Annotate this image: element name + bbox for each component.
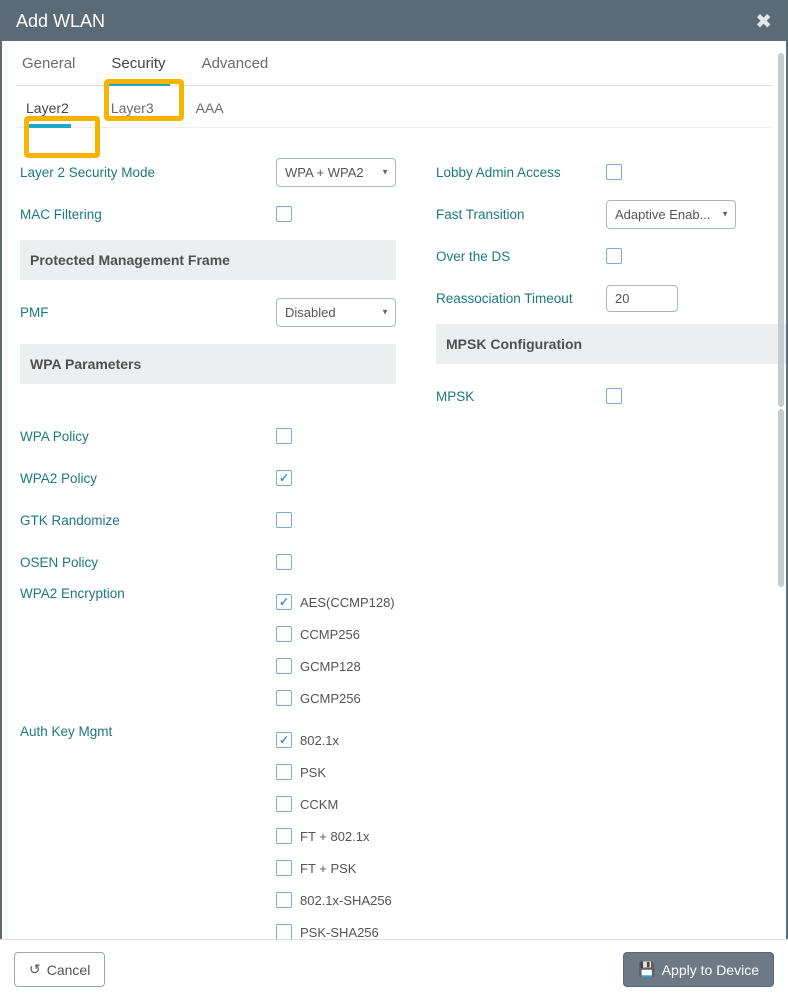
pmf-section-header: Protected Management Frame xyxy=(20,240,396,280)
wpa-policy-label: WPA Policy xyxy=(20,429,200,444)
mpsk-checkbox[interactable] xyxy=(606,388,622,404)
osen-policy-checkbox[interactable] xyxy=(276,554,292,570)
akm-dot1x-sha256-label: 802.1x-SHA256 xyxy=(300,893,392,908)
akm-dot1x-label: 802.1x xyxy=(300,733,339,748)
footer: ↺ Cancel 💾 Apply to Device xyxy=(0,939,788,999)
apply-to-device-button[interactable]: 💾 Apply to Device xyxy=(623,952,774,987)
enc-gcmp256-checkbox[interactable] xyxy=(276,690,292,706)
close-icon[interactable]: ✖ xyxy=(755,9,772,34)
scrollbar-thumb[interactable] xyxy=(778,409,784,587)
tab-general[interactable]: General xyxy=(18,55,79,85)
auth-key-mgmt-label: Auth Key Mgmt xyxy=(20,724,276,946)
layer2-security-mode-label: Layer 2 Security Mode xyxy=(20,165,200,180)
enc-aes-checkbox[interactable] xyxy=(276,594,292,610)
cancel-button[interactable]: ↺ Cancel xyxy=(14,952,105,987)
tab-layer2[interactable]: Layer2 xyxy=(24,100,71,128)
over-the-ds-label: Over the DS xyxy=(436,249,606,264)
dialog-content: General Security Advanced Layer2 Layer3 … xyxy=(2,41,786,946)
sub-tabs: Layer2 Layer3 AAA xyxy=(16,86,772,128)
akm-psk-sha256-checkbox[interactable] xyxy=(276,924,292,940)
akm-dot1x-sha256-checkbox[interactable] xyxy=(276,892,292,908)
tab-layer3[interactable]: Layer3 xyxy=(109,100,156,127)
wpa2-policy-label: WPA2 Policy xyxy=(20,471,200,486)
gtk-randomize-label: GTK Randomize xyxy=(20,513,200,528)
save-icon: 💾 xyxy=(638,961,655,978)
tab-aaa[interactable]: AAA xyxy=(194,100,226,127)
reassociation-timeout-label: Reassociation Timeout xyxy=(436,291,606,306)
akm-psk-label: PSK xyxy=(300,765,326,780)
akm-dot1x-checkbox[interactable] xyxy=(276,732,292,748)
osen-policy-label: OSEN Policy xyxy=(20,555,200,570)
akm-cckm-label: CCKM xyxy=(300,797,338,812)
title-bar: Add WLAN ✖ xyxy=(2,2,786,41)
caret-down-icon: ▼ xyxy=(381,308,389,317)
undo-icon: ↺ xyxy=(29,961,41,978)
enc-aes-label: AES(CCMP128) xyxy=(300,595,395,610)
over-the-ds-checkbox[interactable] xyxy=(606,248,622,264)
right-column: Lobby Admin Access Fast Transition Adapt… xyxy=(436,154,786,946)
enc-gcmp256-label: GCMP256 xyxy=(300,691,361,706)
enc-ccmp256-checkbox[interactable] xyxy=(276,626,292,642)
mac-filtering-label: MAC Filtering xyxy=(20,207,200,222)
mpsk-section-header: MPSK Configuration xyxy=(436,324,786,364)
akm-ft-psk-checkbox[interactable] xyxy=(276,860,292,876)
wpa2-policy-checkbox[interactable] xyxy=(276,470,292,486)
main-tabs: General Security Advanced xyxy=(16,41,772,86)
tab-security[interactable]: Security xyxy=(107,55,169,86)
gtk-randomize-checkbox[interactable] xyxy=(276,512,292,528)
akm-ft-psk-label: FT + PSK xyxy=(300,861,356,876)
caret-down-icon: ▼ xyxy=(381,168,389,177)
fast-transition-select[interactable]: Adaptive Enab... ▼ xyxy=(606,200,736,229)
reassociation-timeout-input[interactable] xyxy=(606,285,678,312)
pmf-label: PMF xyxy=(20,305,200,320)
layer2-security-mode-select[interactable]: WPA + WPA2 ▼ xyxy=(276,158,396,187)
wpa-parameters-header: WPA Parameters xyxy=(20,344,396,384)
enc-ccmp256-label: CCMP256 xyxy=(300,627,360,642)
caret-down-icon: ▼ xyxy=(721,210,729,219)
mpsk-label: MPSK xyxy=(436,389,606,404)
wpa2-encryption-label: WPA2 Encryption xyxy=(20,586,276,714)
tab-advanced[interactable]: Advanced xyxy=(198,55,273,85)
enc-gcmp128-label: GCMP128 xyxy=(300,659,361,674)
akm-psk-checkbox[interactable] xyxy=(276,764,292,780)
akm-ft-dot1x-label: FT + 802.1x xyxy=(300,829,370,844)
mac-filtering-checkbox[interactable] xyxy=(276,206,292,222)
lobby-admin-label: Lobby Admin Access xyxy=(436,165,606,180)
wpa-policy-checkbox[interactable] xyxy=(276,428,292,444)
pmf-select[interactable]: Disabled ▼ xyxy=(276,298,396,327)
window-title: Add WLAN xyxy=(16,11,105,32)
lobby-admin-checkbox[interactable] xyxy=(606,164,622,180)
akm-cckm-checkbox[interactable] xyxy=(276,796,292,812)
fast-transition-label: Fast Transition xyxy=(436,207,606,222)
left-column: Layer 2 Security Mode WPA + WPA2 ▼ MAC F… xyxy=(20,154,396,946)
enc-gcmp128-checkbox[interactable] xyxy=(276,658,292,674)
scrollbar-thumb[interactable] xyxy=(778,53,784,407)
akm-psk-sha256-label: PSK-SHA256 xyxy=(300,925,379,940)
akm-ft-dot1x-checkbox[interactable] xyxy=(276,828,292,844)
